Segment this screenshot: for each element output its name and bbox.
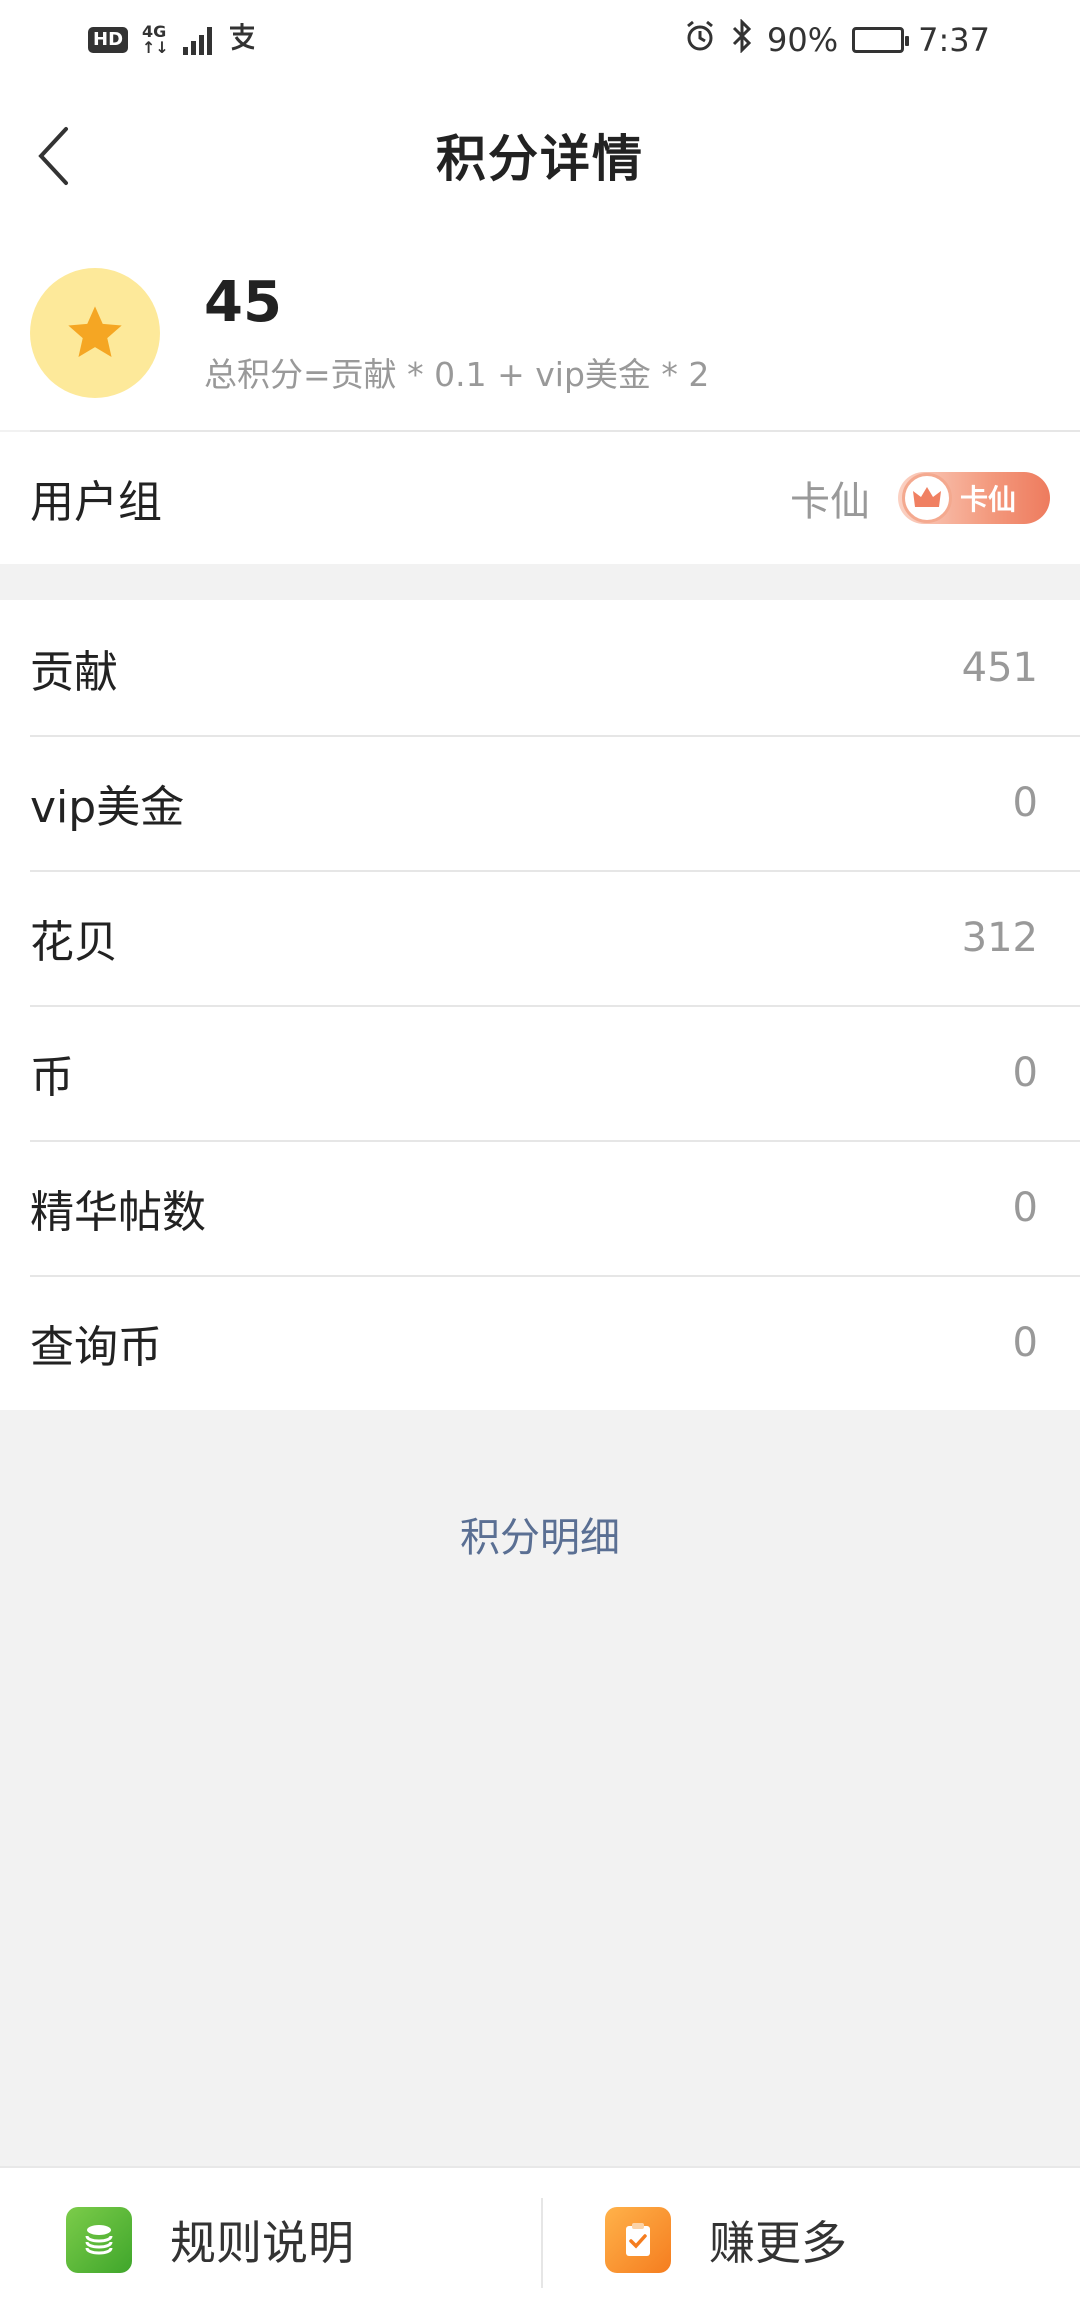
stat-value: 0 bbox=[1012, 1049, 1038, 1096]
user-group-badge-text: 卡仙 bbox=[960, 483, 1017, 516]
stat-value: 312 bbox=[961, 914, 1038, 961]
user-group-badge: 卡仙 bbox=[898, 472, 1050, 524]
stat-label: vip美金 bbox=[30, 781, 185, 833]
alipay-icon bbox=[226, 20, 258, 60]
earn-more-button[interactable]: 赚更多 bbox=[541, 2168, 1080, 2312]
stat-value: 0 bbox=[1012, 1184, 1038, 1231]
stat-row-coins: 币 0 bbox=[0, 1005, 1080, 1140]
stat-row-contribution: 贡献 451 bbox=[0, 600, 1080, 735]
user-group-row: 用户组 卡仙 卡仙 bbox=[0, 432, 1080, 564]
star-badge bbox=[30, 268, 160, 398]
stat-label: 花贝 bbox=[30, 916, 118, 968]
stat-row-vip-dollars: vip美金 0 bbox=[0, 735, 1080, 870]
stat-value: 0 bbox=[1012, 779, 1038, 826]
header: 积分详情 bbox=[0, 80, 1080, 230]
stat-row-huabei: 花贝 312 bbox=[0, 870, 1080, 1005]
status-bar: HD 4G ↑↓ 90% 7:37 bbox=[0, 0, 1080, 80]
stat-label: 精华帖数 bbox=[30, 1186, 206, 1238]
stat-label: 币 bbox=[30, 1051, 74, 1103]
stat-row-query-coins: 查询币 0 bbox=[0, 1275, 1080, 1410]
clipboard-check-icon bbox=[605, 2207, 671, 2273]
points-summary: 45 总积分=贡献 * 0.1 + vip美金 * 2 bbox=[0, 230, 1080, 432]
battery-percent: 90% bbox=[767, 21, 839, 59]
chevron-left-icon bbox=[38, 127, 68, 185]
stat-value: 451 bbox=[961, 644, 1038, 691]
points-formula: 总积分=贡献 * 0.1 + vip美金 * 2 bbox=[204, 355, 710, 394]
coins-icon bbox=[66, 2207, 132, 2273]
stat-label: 查询币 bbox=[30, 1321, 162, 1373]
total-points: 45 bbox=[204, 270, 282, 335]
back-button[interactable] bbox=[28, 118, 78, 194]
user-group-label: 用户组 bbox=[30, 477, 162, 528]
stat-label: 贡献 bbox=[30, 646, 118, 698]
stats-list: 贡献 451 vip美金 0 花贝 312 币 0 精华帖数 0 查询币 0 bbox=[0, 600, 1080, 1410]
signal-icon bbox=[182, 25, 212, 55]
earn-more-label: 赚更多 bbox=[709, 2216, 847, 2270]
stat-row-featured-posts: 精华帖数 0 bbox=[0, 1140, 1080, 1275]
crown-icon bbox=[902, 473, 952, 523]
status-right: 90% 7:37 bbox=[683, 18, 990, 61]
clock: 7:37 bbox=[918, 21, 990, 59]
bottom-bar: 规则说明 赚更多 bbox=[0, 2166, 1080, 2312]
points-detail-link[interactable]: 积分明细 bbox=[0, 1505, 1080, 1563]
hd-icon: HD bbox=[88, 27, 129, 53]
rules-button[interactable]: 规则说明 bbox=[0, 2168, 541, 2312]
user-group-value: 卡仙 bbox=[790, 479, 870, 525]
network-type: 4G ↑↓ bbox=[142, 24, 169, 56]
star-icon bbox=[68, 306, 122, 357]
rules-label: 规则说明 bbox=[170, 2216, 354, 2270]
bluetooth-icon bbox=[731, 18, 753, 61]
battery-icon bbox=[852, 27, 910, 53]
status-left: HD 4G ↑↓ bbox=[88, 20, 258, 60]
stat-value: 0 bbox=[1012, 1319, 1038, 1366]
network-arrows: ↑↓ bbox=[142, 38, 169, 57]
alarm-icon bbox=[683, 19, 717, 61]
page-title: 积分详情 bbox=[436, 130, 644, 188]
